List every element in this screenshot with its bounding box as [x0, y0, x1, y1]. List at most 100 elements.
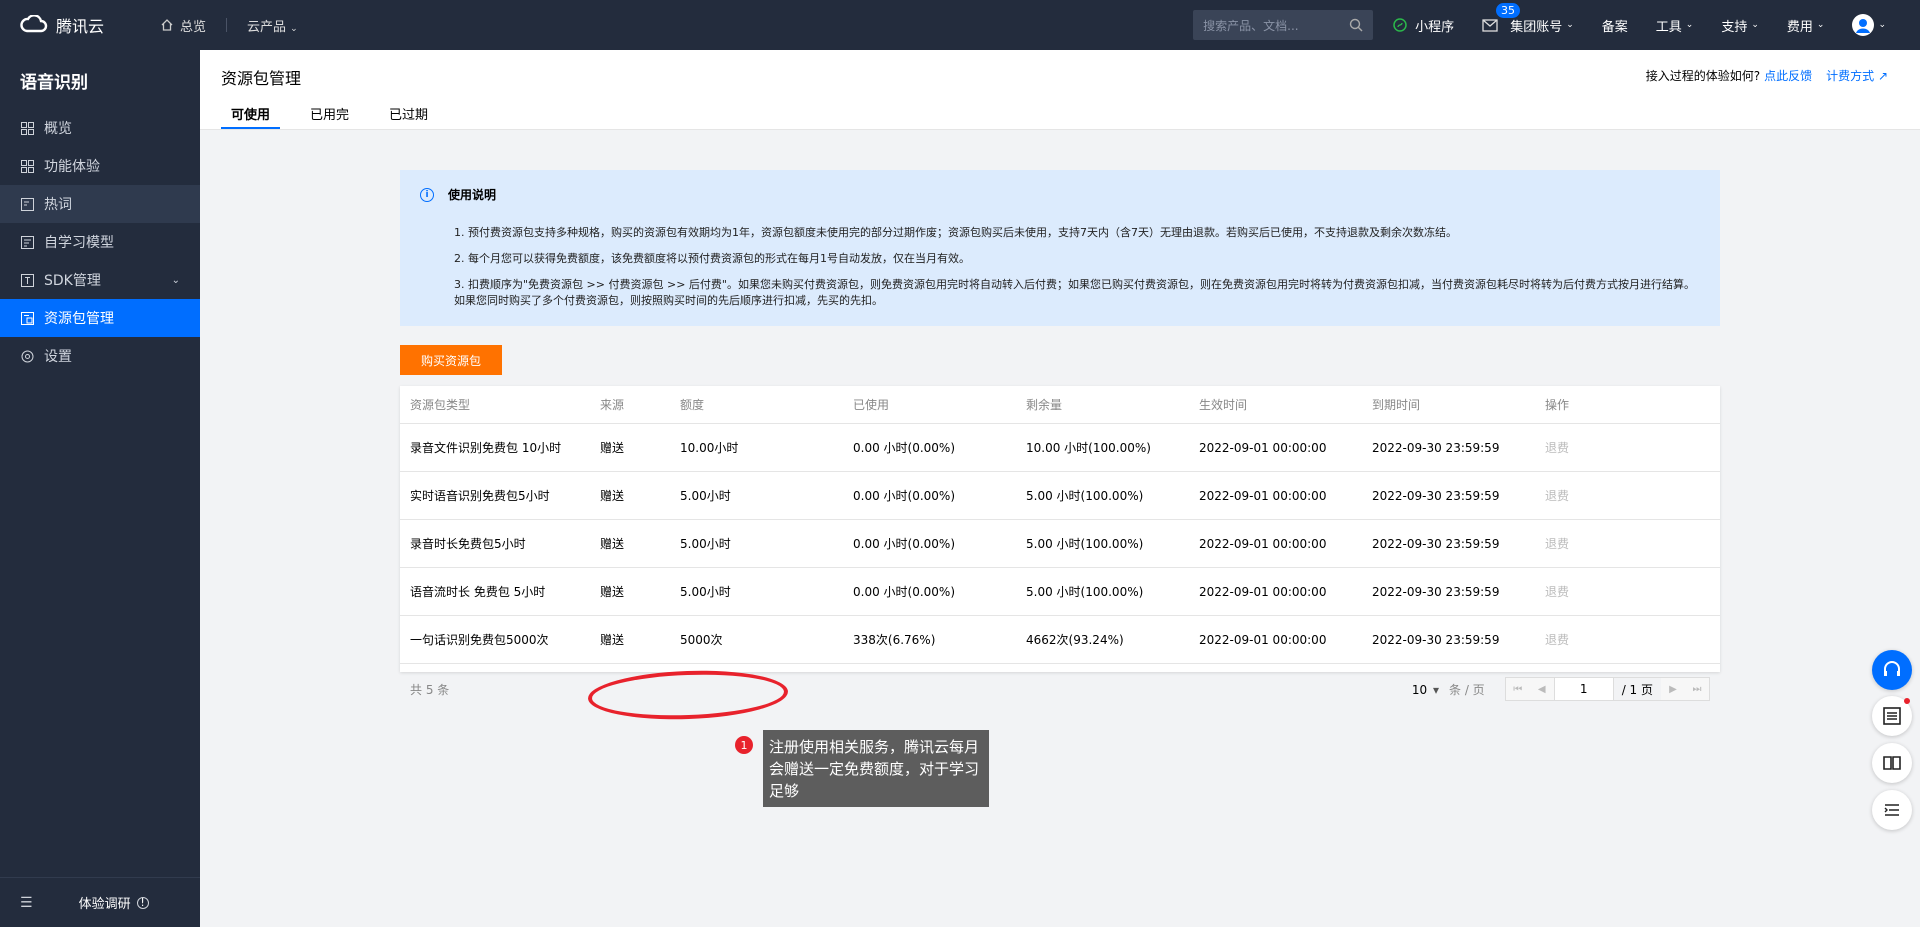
nav-divider	[226, 18, 228, 32]
support-menu[interactable]: 支持 ⌄	[1721, 16, 1759, 35]
messages-badge: 35	[1496, 3, 1520, 18]
beian-label: 备案	[1601, 19, 1628, 35]
last-page-icon[interactable]: ⏭	[1685, 678, 1709, 700]
outline-icon	[1884, 804, 1899, 816]
chevron-down-icon: ⌄	[171, 274, 180, 286]
sidebar-item-overview[interactable]: 概览	[0, 109, 200, 147]
cell-effective: 2022-09-01 00:00:00	[1199, 632, 1327, 647]
pricing-link-label: 计费方式	[1826, 69, 1875, 83]
tab-expired[interactable]: 已过期	[379, 104, 438, 129]
search-placeholder: 搜索产品、文档...	[1203, 18, 1299, 33]
buy-resource-pack-button[interactable]: 购买资源包	[400, 345, 502, 375]
refund-link[interactable]: 退费	[1545, 487, 1695, 504]
tools-label: 工具	[1655, 19, 1682, 35]
collapse-sidebar-icon[interactable]: ☰	[20, 895, 33, 911]
sidebar-item-self-learning[interactable]: 自学习模型	[0, 223, 200, 261]
cell-quota: 5.00小时	[680, 489, 731, 503]
messages-button[interactable]	[1482, 18, 1498, 32]
total-count: 共 5 条	[410, 682, 450, 697]
customer-service-button[interactable]	[1872, 650, 1912, 690]
mail-icon	[1482, 18, 1498, 32]
cell-type: 语音流时长 免费包 5小时	[410, 585, 546, 599]
sdk-icon	[20, 273, 34, 287]
sidebar-item-settings[interactable]: 设置	[0, 337, 200, 375]
cell-effective: 2022-09-01 00:00:00	[1199, 536, 1327, 551]
resource-pack-table: 资源包类型 来源 额度 已使用 剩余量 生效时间 到期时间 操作 录音文件识别免…	[400, 386, 1720, 701]
avatar-icon	[1852, 14, 1875, 36]
tab-used-up[interactable]: 已用完	[300, 104, 359, 129]
cell-type: 实时语音识别免费包5小时	[410, 489, 550, 503]
cell-remaining: 10.00 小时(100.00%)	[1026, 441, 1151, 455]
mini-program-link[interactable]: 小程序	[1393, 16, 1454, 35]
nav-home[interactable]: 总览	[160, 16, 206, 35]
model-icon	[20, 235, 34, 249]
sidebar-item-label: 热词	[44, 197, 72, 213]
page-number-input[interactable]: 1	[1553, 678, 1614, 700]
first-page-icon[interactable]: ⏮	[1505, 678, 1530, 700]
beian-link[interactable]: 备案	[1602, 16, 1628, 35]
cell-used: 0.00 小时(0.00%)	[853, 441, 956, 455]
refund-link[interactable]: 退费	[1545, 439, 1695, 456]
cell-quota: 5.00小时	[680, 585, 731, 599]
cell-source: 赠送	[600, 585, 625, 599]
cell-type: 录音文件识别免费包 10小时	[410, 441, 562, 455]
refund-link[interactable]: 退费	[1545, 583, 1695, 600]
cell-quota: 5.00小时	[680, 537, 731, 551]
nav-products[interactable]: 云产品 ⌄	[247, 16, 298, 35]
group-account-label: 集团账号	[1510, 19, 1563, 35]
notification-dot	[1904, 698, 1910, 704]
usage-notes-panel: i 使用说明 1. 预付费资源包支持多种规格，购买的资源包有效期均为1年，资源包…	[400, 170, 1720, 326]
notes-button[interactable]	[1872, 696, 1912, 736]
col-header-action: 操作	[1545, 398, 1570, 412]
pricing-link[interactable]: 计费方式 ↗	[1826, 69, 1888, 83]
table-row: 语音流时长 免费包 5小时 赠送 5.00小时 0.00 小时(0.00%) 5…	[400, 568, 1720, 616]
main-content: 资源包管理 可使用 已用完 已过期 接入过程的体验如何? 点此反馈 计费方式 ↗ i…	[200, 50, 1920, 927]
search-icon[interactable]	[1349, 18, 1363, 32]
prev-page-icon[interactable]: ◀	[1529, 678, 1554, 700]
sidebar-item-hotwords[interactable]: 热词	[0, 185, 200, 223]
mini-program-icon	[1393, 18, 1407, 32]
sidebar-title: 语音识别	[20, 73, 88, 93]
tab-available[interactable]: 可使用	[221, 104, 281, 129]
support-label: 支持	[1721, 19, 1748, 35]
nav-products-label: 云产品	[247, 19, 287, 35]
pager-controls: ⏮ ◀ 1 / 1 页 ▶ ⏭	[1504, 677, 1710, 701]
sidebar-item-feature-trial[interactable]: 功能体验	[0, 147, 200, 185]
feedback-question: 接入过程的体验如何?	[1645, 69, 1761, 83]
page-title: 资源包管理	[221, 69, 302, 88]
tools-menu[interactable]: 工具 ⌄	[1656, 16, 1694, 35]
group-account-menu[interactable]: 集团账号 ⌄	[1510, 16, 1574, 35]
cell-used: 0.00 小时(0.00%)	[853, 585, 956, 599]
next-page-icon[interactable]: ▶	[1661, 678, 1685, 700]
sidebar-item-sdk[interactable]: SDK管理 ⌄	[0, 261, 200, 299]
tab-bar: 可使用 已用完 已过期	[221, 104, 458, 129]
refund-link[interactable]: 退费	[1545, 535, 1695, 552]
info-icon: i	[420, 187, 434, 202]
external-link-icon: ↗	[1877, 69, 1888, 83]
refund-link[interactable]: 退费	[1545, 631, 1695, 648]
cell-quota: 5000次	[680, 633, 723, 647]
sidebar-item-label: 自学习模型	[44, 235, 114, 251]
search-input[interactable]: 搜索产品、文档...	[1193, 10, 1374, 40]
sidebar-item-label: 设置	[44, 349, 72, 365]
usage-notes-title: 使用说明	[448, 188, 497, 202]
col-header-remaining: 剩余量	[1026, 398, 1063, 412]
toc-button[interactable]	[1872, 790, 1912, 830]
col-header-type: 资源包类型	[410, 398, 471, 412]
cloud-logo-icon	[20, 15, 48, 33]
docs-button[interactable]	[1872, 743, 1912, 783]
usage-note: 2. 每个月您可以获得免费额度，该免费额度将以预付费资源包的形式在每月1号自动发…	[454, 252, 970, 265]
page-size-select[interactable]: 10 ▾ 条 / 页	[1412, 681, 1485, 698]
cell-used: 338次(6.76%)	[853, 633, 936, 647]
user-avatar[interactable]: ⌄	[1852, 14, 1886, 36]
survey-link[interactable]: 体验调研	[79, 893, 131, 912]
nav-home-label: 总览	[180, 19, 207, 35]
brand-logo[interactable]: 腾讯云	[20, 13, 112, 37]
total-pages: / 1 页	[1621, 682, 1653, 697]
sidebar: 语音识别 概览 功能体验 热词 自学习模型 SDK管理 ⌄ 资源包管理 设置 ☰…	[0, 50, 200, 927]
billing-menu[interactable]: 费用 ⌄	[1787, 16, 1825, 35]
cell-expiry: 2022-09-30 23:59:59	[1372, 536, 1500, 551]
usage-notes-title-row: i 使用说明	[420, 186, 1700, 203]
feedback-link[interactable]: 点此反馈	[1764, 69, 1812, 83]
sidebar-item-resource-packs[interactable]: 资源包管理	[0, 299, 200, 337]
